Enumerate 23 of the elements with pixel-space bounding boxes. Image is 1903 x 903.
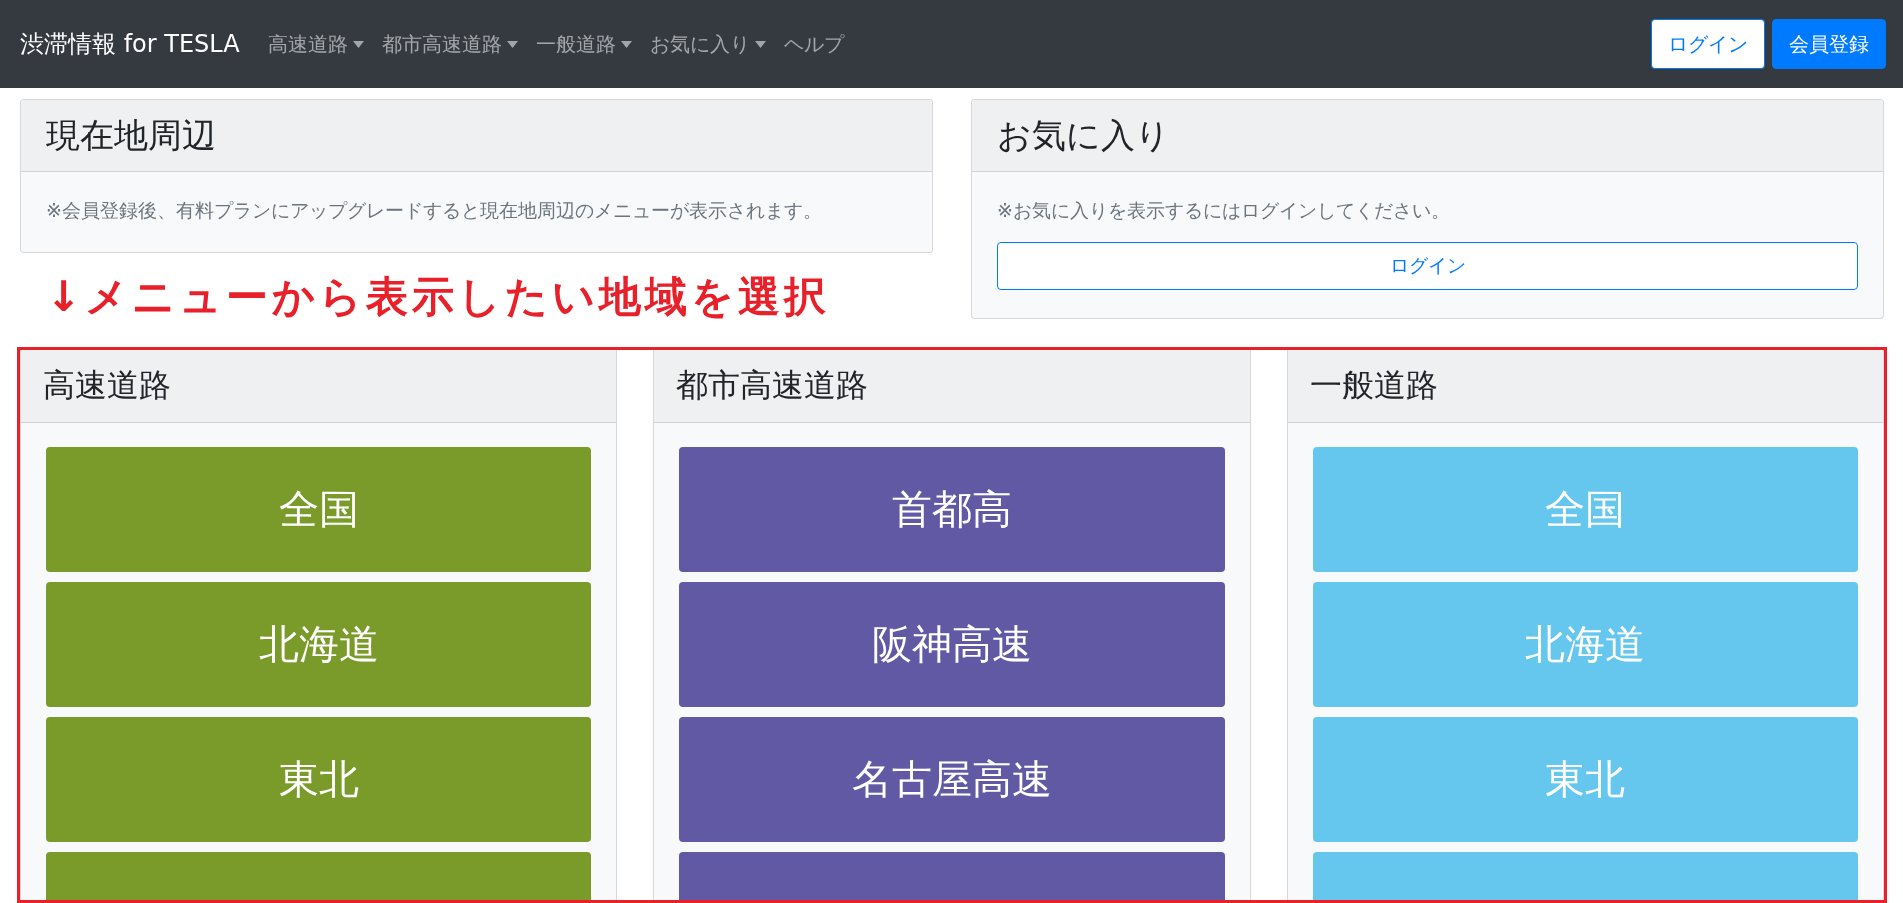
card-title: お気に入り [972,100,1883,172]
register-button[interactable]: 会員登録 [1772,19,1886,69]
region-button[interactable]: 全国 [46,447,592,572]
card-title: 都市高速道路 [654,350,1250,423]
card-title: 高速道路 [21,350,617,423]
region-button[interactable]: 北海道 [46,582,592,707]
region-button[interactable]: 首都高 [679,447,1225,572]
nav-link[interactable]: 高速道路 [267,30,364,58]
card-title: 一般道路 [1287,350,1883,423]
nav-link[interactable]: 都市高速道路 [381,30,518,58]
annotation-text: ↓メニューから表示したい地域を選択 [45,271,832,323]
card-text: ※お気に入りを表示するにはログインしてください。 [997,198,1451,223]
nav-link[interactable]: 一般道路 [535,30,632,58]
region-button[interactable]: 名古屋高速 [679,717,1225,842]
card-title: 現在地周辺 [21,100,932,172]
region-button[interactable]: 東北 [46,717,592,842]
region-button[interactable]: 阪神高速 [679,582,1225,707]
card-text: ※会員登録後、有料プランにアップグレードすると現在地周辺のメニューが表示されます。 [46,198,823,223]
nav-link[interactable]: お気に入り [649,30,766,58]
login-button[interactable]: ログイン [1651,19,1765,69]
login-button[interactable]: ログイン [997,242,1858,290]
nav-link[interactable]: ヘルプ [783,30,844,58]
brand-link[interactable]: 渋滞情報 for TESLA [20,28,240,60]
